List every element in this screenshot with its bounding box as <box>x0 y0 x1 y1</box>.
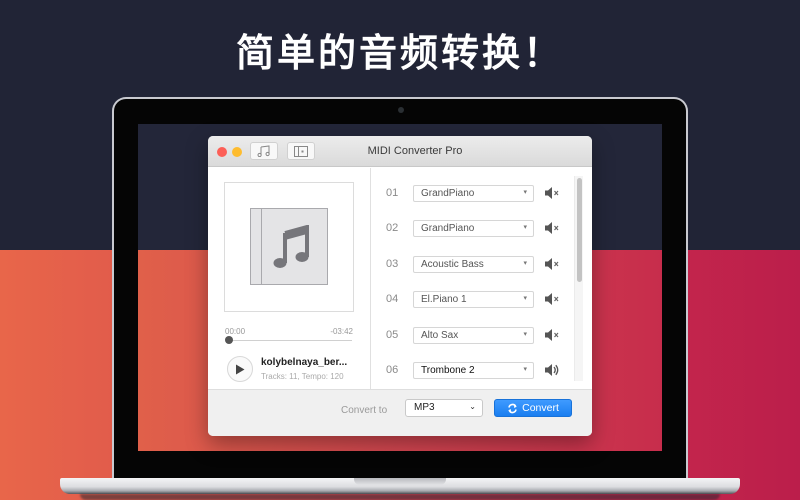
chevron-down-icon: ⌄ <box>469 402 476 411</box>
format-value: MP3 <box>414 402 435 413</box>
speaker-muted-icon[interactable] <box>544 257 560 271</box>
title-bar: MIDI Converter Pro <box>208 136 592 167</box>
laptop-camera <box>398 107 404 113</box>
track-row: 02 GrandPiano ▾ <box>372 219 572 239</box>
speaker-muted-icon[interactable] <box>544 221 560 235</box>
chevron-down-icon: ▾ <box>523 295 527 302</box>
time-elapsed: 00:00 <box>225 327 246 336</box>
track-name: kolybelnaya_ber... <box>261 357 348 368</box>
convert-button[interactable]: Convert <box>494 399 572 417</box>
music-note-icon <box>273 225 309 268</box>
time-remaining: -03:42 <box>330 327 353 336</box>
convert-button-label: Convert <box>522 402 559 414</box>
chevron-down-icon: ▾ <box>523 224 527 231</box>
instrument-value: Trombone 2 <box>421 365 475 376</box>
playback-progress-track[interactable] <box>228 340 352 341</box>
track-number: 06 <box>386 364 399 376</box>
player-pane: 00:00 -03:42 kolybelnaya_ber... Tracks: … <box>208 168 371 389</box>
track-number: 05 <box>386 329 399 341</box>
refresh-icon <box>508 403 517 413</box>
instrument-select[interactable]: Acoustic Bass ▾ <box>413 256 534 273</box>
instrument-value: El.Piano 1 <box>421 294 467 305</box>
headline: 简单的音频转换！ <box>235 31 564 75</box>
speaker-on-icon[interactable] <box>544 363 560 377</box>
chevron-down-icon: ▾ <box>523 331 527 338</box>
instrument-value: Alto Sax <box>421 330 459 341</box>
album-spine <box>261 209 262 284</box>
play-icon <box>236 364 245 374</box>
instrument-select[interactable]: GrandPiano ▾ <box>413 220 534 237</box>
convert-footer: Convert to MP3 ⌄ Convert <box>208 389 592 436</box>
speaker-muted-icon[interactable] <box>544 186 560 200</box>
track-number: 01 <box>386 187 399 199</box>
instrument-select[interactable]: GrandPiano ▾ <box>413 185 534 202</box>
scrollbar-thumb[interactable] <box>577 178 582 282</box>
track-row: 04 El.Piano 1 ▾ <box>372 290 572 310</box>
speaker-muted-icon[interactable] <box>544 328 560 342</box>
album-artwork <box>224 182 354 312</box>
instrument-select[interactable]: Alto Sax ▾ <box>413 327 534 344</box>
instrument-select[interactable]: El.Piano 1 ▾ <box>413 291 534 308</box>
convert-to-label: Convert to <box>341 405 388 416</box>
chevron-down-icon: ▾ <box>523 189 527 196</box>
track-list-scrollbar[interactable] <box>574 176 583 381</box>
laptop-shadow <box>80 494 720 500</box>
track-number: 02 <box>386 222 399 234</box>
track-row: 05 Alto Sax ▾ <box>372 326 572 346</box>
track-meta: Tracks: 11, Tempo: 120 <box>261 372 344 381</box>
chevron-down-icon: ▾ <box>523 366 527 373</box>
track-number: 03 <box>386 258 399 270</box>
track-list: 01 GrandPiano ▾ 02 GrandPiano ▾ 03 Acoustic Bas… <box>372 168 592 389</box>
instrument-value: GrandPiano <box>421 188 475 199</box>
play-button[interactable] <box>227 356 253 382</box>
instrument-select[interactable]: Trombone 2 ▾ <box>413 362 534 379</box>
window-title: MIDI Converter Pro <box>367 145 463 157</box>
track-row: 06 Trombone 2 ▾ <box>372 361 572 381</box>
speaker-muted-icon[interactable] <box>544 292 560 306</box>
instrument-value: Acoustic Bass <box>421 259 484 270</box>
instrument-value: GrandPiano <box>421 223 475 234</box>
format-select[interactable]: MP3 ⌄ <box>405 399 483 417</box>
album-placeholder <box>250 208 328 285</box>
laptop-notch <box>354 478 446 485</box>
chevron-down-icon: ▾ <box>523 260 527 267</box>
track-row: 01 GrandPiano ▾ <box>372 184 572 204</box>
track-row: 03 Acoustic Bass ▾ <box>372 255 572 275</box>
app-window: MIDI Converter Pro 00:00 -03:42 kolybeln… <box>208 136 592 436</box>
track-number: 04 <box>386 293 399 305</box>
playback-progress-knob[interactable] <box>225 336 233 344</box>
